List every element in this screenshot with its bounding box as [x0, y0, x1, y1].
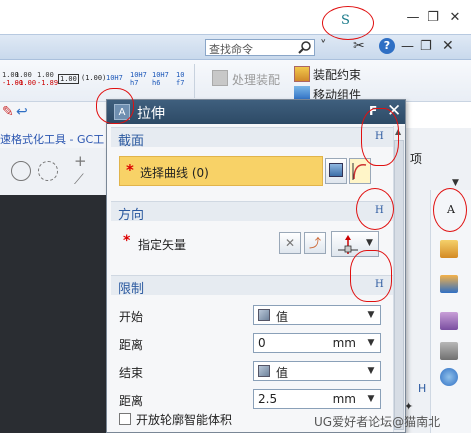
value-cube-icon [258, 365, 270, 377]
history-icon[interactable] [440, 342, 458, 360]
dialog-title: 拉伸 [137, 106, 165, 122]
open-profile-label: 开放轮廓智能体积 [136, 413, 233, 427]
doc-minimize-icon[interactable]: — [401, 39, 414, 54]
reverse-direction-button[interactable]: ✕ [279, 232, 301, 254]
close-icon[interactable]: ✕ [447, 10, 463, 25]
fit-3-button[interactable]: 10H7 h6 [152, 71, 169, 87]
limits-label: 限制 [118, 282, 145, 297]
annotation-ring [96, 88, 134, 124]
web-browser-icon[interactable] [440, 368, 458, 386]
chevron-down-icon: ▼ [367, 366, 375, 376]
start-label: 开始 [119, 310, 144, 324]
start-distance-label: 距离 [119, 338, 144, 352]
snap-circle-icon[interactable] [11, 161, 31, 181]
ribbon-divider [194, 64, 195, 98]
chevron-down-icon: ▼ [367, 394, 375, 404]
curve-icon [352, 163, 367, 180]
start-select[interactable]: 值 ▼ [253, 305, 381, 325]
watermark: UG爱好者论坛@猫南北 [314, 415, 441, 429]
constraint-navigator-icon[interactable] [440, 275, 458, 293]
section-group-header[interactable]: 截面 H [111, 127, 393, 149]
chevron-down-icon: ▼ [367, 310, 375, 320]
select-curve-label: 选择曲线 (0) [140, 166, 209, 180]
title-bar [0, 0, 471, 34]
search-icon[interactable] [298, 40, 312, 54]
direction-label: 方向 [118, 208, 145, 223]
gc-toolkit-title: 速格式化工具 - GC工 [0, 128, 120, 148]
annotation-ring [361, 108, 399, 166]
help-icon[interactable]: ? [379, 38, 395, 54]
help-chevron-icon[interactable]: ˅ [320, 39, 338, 55]
snap-cross-icon[interactable]: + [74, 152, 87, 170]
end-label: 结束 [119, 366, 144, 380]
sketch-section-button[interactable] [325, 158, 347, 184]
fit-4-button[interactable]: 10 f7 [176, 71, 184, 87]
basic-dimension-button[interactable]: 1.00 [58, 74, 79, 84]
annotation-s: S [341, 13, 350, 28]
annotation-ring [350, 250, 392, 302]
required-star-icon: * [123, 233, 131, 249]
item-label: 项 [410, 152, 423, 166]
tolerance-3[interactable]: 1.00 -1.89 [37, 71, 58, 87]
assembly-constraint-button[interactable]: 装配约束 [313, 66, 361, 83]
pin-icon[interactable]: ✎ [2, 104, 14, 120]
process-assembly-button[interactable]: 处理装配 [232, 71, 280, 88]
annotation-ring [356, 188, 394, 230]
vector-dialog-button[interactable]: ⤴ [304, 232, 326, 254]
section-label: 截面 [118, 134, 145, 149]
fit-1-button[interactable]: 10H7 [106, 74, 123, 82]
tolerance-2[interactable]: 1.00 -1.00 [15, 71, 36, 87]
reference-dimension-button[interactable]: (1.00) [80, 74, 107, 82]
move-component-button[interactable]: 移动组件 [313, 86, 361, 100]
assembly-navigator-icon[interactable] [440, 240, 458, 258]
minimize-icon[interactable]: — [405, 10, 421, 25]
tools-icon[interactable]: ✂ [353, 38, 365, 54]
end-select[interactable]: 值 ▼ [253, 361, 381, 381]
move-component-icon [294, 86, 310, 100]
select-curve-field[interactable]: * 选择曲线 (0) [119, 156, 323, 186]
graphics-window[interactable] [0, 195, 106, 433]
undo-icon[interactable]: ↩ [16, 104, 28, 120]
start-distance-input[interactable]: 0 mm ▼ [253, 333, 381, 353]
panel-dropdown-icon[interactable]: ▼ [452, 178, 459, 188]
part-navigator-icon[interactable] [440, 312, 458, 330]
restore-icon[interactable]: ❐ [425, 10, 441, 25]
annotation-a-right: A [447, 203, 455, 216]
snap-slash-icon[interactable]: ⟋ [74, 172, 84, 188]
end-distance-input[interactable]: 2.5 mm ▼ [253, 389, 381, 409]
value-cube-icon [258, 309, 270, 321]
chevron-down-icon: ▼ [367, 338, 375, 348]
end-distance-label: 距离 [119, 394, 144, 408]
assembly-constraint-icon [294, 66, 310, 82]
open-profile-checkbox[interactable] [119, 413, 131, 425]
specify-vector-label: 指定矢量 [138, 238, 187, 252]
resource-bar-collapse-icon[interactable]: H [418, 382, 426, 395]
process-assembly-icon [212, 70, 228, 86]
required-star-icon: * [126, 161, 134, 179]
dialog-title-bar[interactable]: A 拉伸 F ✕ [107, 100, 405, 124]
fit-2-button[interactable]: 10H7 h7 [130, 71, 147, 87]
direction-group-header[interactable]: 方向 H [111, 201, 393, 223]
dialog-scroll-thumb[interactable] [394, 140, 404, 430]
doc-close-icon[interactable]: ✕ [442, 38, 454, 54]
snap-arc-icon[interactable] [38, 161, 58, 181]
doc-restore-icon[interactable]: ❐ [420, 39, 432, 54]
